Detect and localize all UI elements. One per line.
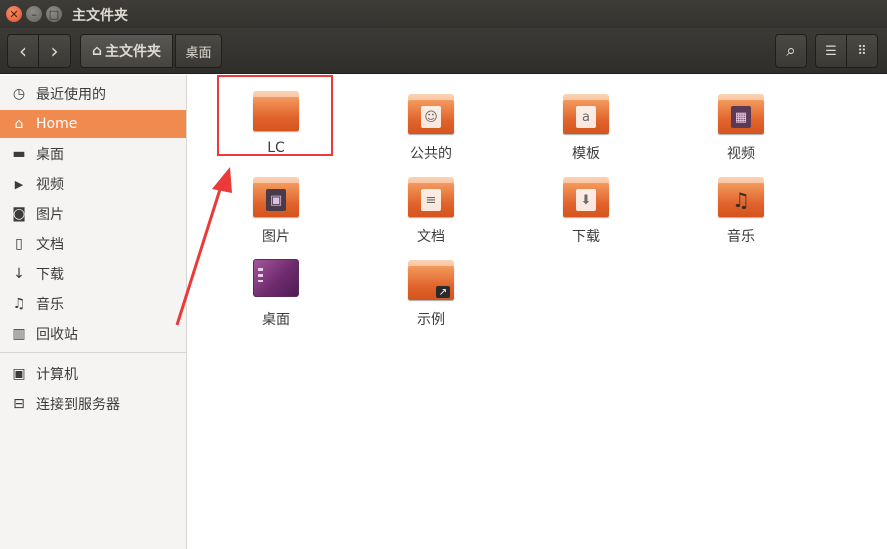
- sidebar-item-label: 下载: [36, 267, 64, 283]
- annotation-highlight-box: [217, 75, 333, 156]
- sidebar: ◷ 最近使用的 ⌂ Home ▬ 桌面 ▶ 视频 ◙ 图片 ▯ 文档 ↓ 下载 …: [0, 75, 187, 549]
- folder-documents-icon: ≡: [408, 177, 454, 217]
- file-label: 视频: [727, 146, 755, 162]
- header-bar: ‹ › ⌂ 主文件夹 桌面 ⌕ ☰ ⠿: [0, 28, 887, 74]
- folder-templates-icon: a: [563, 94, 609, 134]
- folder-videos-icon: ▦: [718, 94, 764, 134]
- sidebar-item-label: Home: [36, 116, 78, 132]
- chevron-left-icon: ‹: [19, 39, 27, 63]
- video-icon: ▶: [14, 177, 24, 191]
- document-icon: ▯: [15, 236, 23, 252]
- sidebar-item-music[interactable]: ♫ 音乐: [0, 290, 186, 318]
- sidebar-item-recent[interactable]: ◷ 最近使用的: [0, 80, 186, 108]
- folder-public-icon: ☺: [408, 94, 454, 134]
- title-bar: ✕ – □ 主文件夹: [0, 0, 887, 28]
- grid-view-icon: ⠿: [857, 43, 867, 59]
- home-icon: ⌂: [14, 116, 24, 132]
- file-label: 模板: [572, 146, 600, 162]
- sidebar-item-label: 回收站: [36, 327, 78, 343]
- search-button[interactable]: ⌕: [775, 34, 807, 68]
- sidebar-item-connect-server[interactable]: ⊟ 连接到服务器: [0, 390, 186, 418]
- sidebar-item-label: 连接到服务器: [36, 397, 120, 413]
- file-label: 公共的: [410, 146, 452, 162]
- sidebar-item-label: 视频: [36, 177, 64, 193]
- trash-icon: ▥: [12, 326, 26, 342]
- desktop-icon: [253, 259, 299, 297]
- sidebar-item-desktop[interactable]: ▬ 桌面: [0, 140, 186, 168]
- file-label: 音乐: [727, 229, 755, 245]
- sidebar-item-downloads[interactable]: ↓ 下载: [0, 260, 186, 288]
- computer-icon: ▣: [12, 366, 26, 382]
- path-bar-home-label: 主文件夹: [105, 44, 162, 60]
- file-item-examples[interactable]: ↗ 示例: [376, 252, 486, 332]
- back-button[interactable]: ‹: [7, 34, 39, 68]
- download-icon: ↓: [13, 266, 25, 282]
- folder-download-icon: ⬇: [563, 177, 609, 217]
- list-view-button[interactable]: ☰: [815, 34, 847, 68]
- forward-button[interactable]: ›: [38, 34, 71, 68]
- sidebar-divider: [0, 352, 186, 353]
- sidebar-item-label: 计算机: [36, 367, 78, 383]
- sidebar-item-documents[interactable]: ▯ 文档: [0, 230, 186, 258]
- window-title: 主文件夹: [72, 8, 128, 24]
- folder-icon: ▬: [12, 146, 26, 162]
- folder-pictures-icon: ▣: [253, 177, 299, 217]
- maximize-window-button[interactable]: □: [46, 6, 62, 22]
- list-view-icon: ☰: [825, 43, 837, 59]
- sidebar-item-label: 桌面: [36, 147, 64, 163]
- camera-icon: ◙: [12, 206, 26, 222]
- sidebar-item-label: 图片: [36, 207, 64, 223]
- file-item-music[interactable]: ♫ 音乐: [686, 169, 796, 249]
- file-item-documents[interactable]: ≡ 文档: [376, 169, 486, 249]
- close-window-button[interactable]: ✕: [6, 6, 22, 22]
- chevron-right-icon: ›: [50, 39, 59, 63]
- music-icon: ♫: [12, 296, 26, 312]
- sidebar-item-label: 最近使用的: [36, 87, 106, 103]
- grid-view-button[interactable]: ⠿: [846, 34, 878, 68]
- file-item-videos[interactable]: ▦ 视频: [686, 86, 796, 166]
- search-icon: ⌕: [786, 41, 796, 61]
- file-item-public[interactable]: ☺ 公共的: [376, 86, 486, 166]
- file-label: 文档: [417, 229, 445, 245]
- annotation-arrow: [175, 167, 232, 326]
- file-item-downloads[interactable]: ⬇ 下载: [531, 169, 641, 249]
- sidebar-item-home[interactable]: ⌂ Home: [0, 110, 186, 138]
- server-icon: ⊟: [13, 396, 25, 412]
- minimize-window-button[interactable]: –: [26, 6, 42, 22]
- clock-icon: ◷: [12, 86, 26, 102]
- sidebar-item-label: 文档: [36, 237, 64, 253]
- folder-music-icon: ♫: [718, 177, 764, 217]
- sidebar-item-computer[interactable]: ▣ 计算机: [0, 360, 186, 388]
- path-bar-home[interactable]: ⌂ 主文件夹: [80, 34, 173, 68]
- sidebar-item-label: 音乐: [36, 297, 64, 313]
- file-label: 示例: [417, 312, 445, 328]
- file-item-templates[interactable]: a 模板: [531, 86, 641, 166]
- file-label: 下载: [572, 229, 600, 245]
- sidebar-item-videos[interactable]: ▶ 视频: [0, 170, 186, 198]
- path-bar-desktop[interactable]: 桌面: [175, 34, 222, 68]
- sidebar-item-trash[interactable]: ▥ 回收站: [0, 320, 186, 348]
- folder-examples-icon: ↗: [408, 260, 454, 300]
- path-bar-desktop-label: 桌面: [185, 45, 212, 61]
- home-icon: ⌂: [91, 43, 103, 59]
- sidebar-item-pictures[interactable]: ◙ 图片: [0, 200, 186, 228]
